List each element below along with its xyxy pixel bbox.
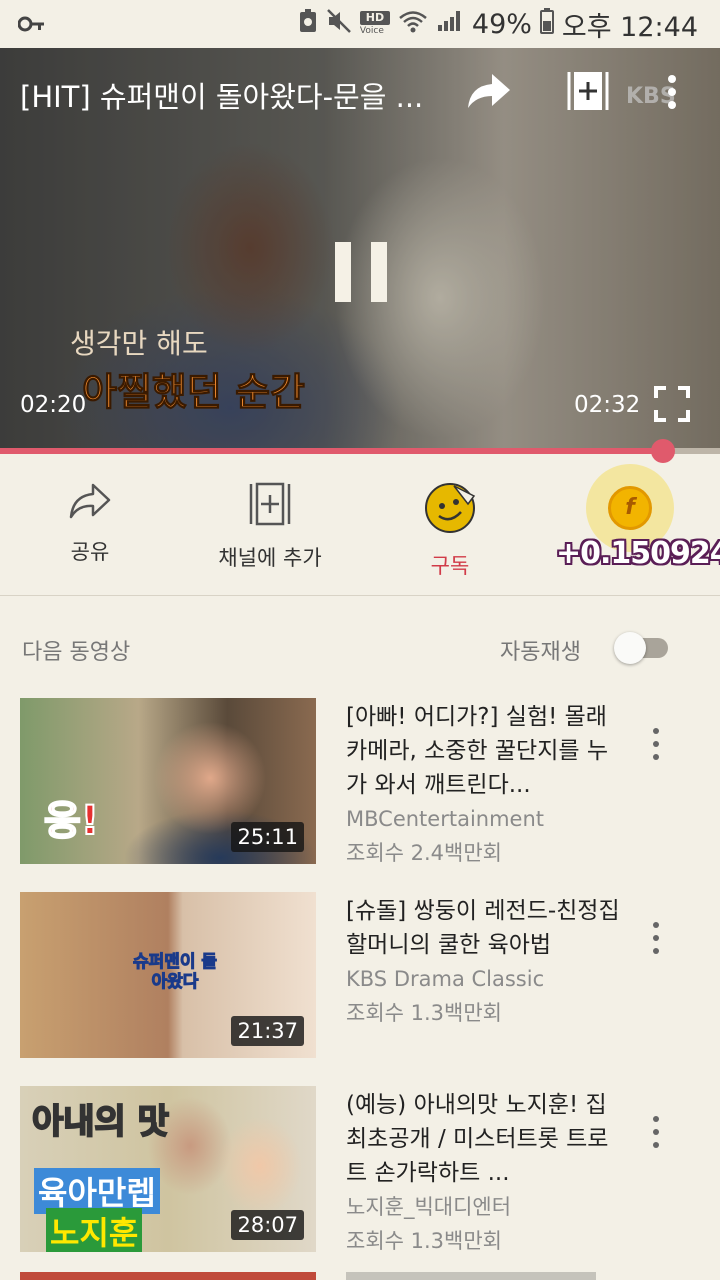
- more-options-icon[interactable]: [664, 74, 680, 114]
- video-info[interactable]: [슈돌] 쌍둥이 레전드-친정집 할머니의 쿨한 육아법 KBS Drama C…: [346, 894, 626, 1030]
- add-to-playlist-icon[interactable]: [566, 68, 610, 118]
- video-title: [슈돌] 쌍둥이 레전드-친정집 할머니의 쿨한 육아법: [346, 898, 620, 958]
- video-info[interactable]: [아빠! 어디가?] 실험! 몰래 카메라, 소중한 꿀단지를 누가 와서 깨트…: [346, 700, 626, 870]
- video-thumbnail[interactable]: 슈퍼맨이 돌아왔다 21:37: [20, 892, 316, 1058]
- video-thumbnail[interactable]: 응! 25:11: [20, 698, 316, 864]
- next-video-title-partial: [346, 1272, 596, 1280]
- video-list: 응! 25:11 [아빠! 어디가?] 실험! 몰래 카메라, 소중한 꿀단지를…: [0, 698, 720, 1280]
- toggle-thumb: [614, 632, 646, 664]
- thumbnail-caption: 응!: [43, 797, 100, 845]
- list-item[interactable]: 응! 25:11 [아빠! 어디가?] 실험! 몰래 카메라, 소중한 꿀단지를…: [0, 698, 720, 892]
- video-channel: 노지훈_빅대디엔터: [346, 1195, 512, 1219]
- action-bar: 공유 채널에 추가 구독 f +0.150924: [0, 458, 720, 596]
- battery-percent: 49%: [471, 8, 532, 40]
- wifi-icon: [398, 9, 428, 40]
- video-views: 조회수 1.3백만회: [346, 1229, 502, 1253]
- video-duration: 21:37: [231, 1016, 304, 1046]
- list-item[interactable]: 슈퍼맨이 돌아왔다 21:37 [슈돌] 쌍둥이 레전드-친정집 할머니의 쿨한…: [0, 892, 720, 1086]
- fullscreen-icon[interactable]: [654, 386, 690, 426]
- add-to-channel-label: 채널에 추가: [218, 546, 322, 570]
- video-views: 조회수 2.4백만회: [346, 841, 502, 865]
- video-title: [HIT] 슈퍼맨이 돌아왔다-문을 ...: [20, 80, 424, 114]
- caption-line-2: 아찔했던 순간: [82, 370, 306, 415]
- share-icon[interactable]: [466, 72, 512, 114]
- voice-label: Voice: [359, 26, 384, 36]
- up-next-label: 다음 동영상: [22, 640, 131, 665]
- channel-avatar: [424, 483, 476, 538]
- hd-label: HD: [359, 11, 390, 25]
- thumbnail-caption-top: 아내의 맛: [31, 1101, 170, 1143]
- current-time: 02:20: [20, 392, 87, 418]
- coin-icon: f: [608, 486, 652, 530]
- add-to-channel-button[interactable]: 채널에 추가: [214, 482, 326, 572]
- recycle-icon: [298, 8, 318, 41]
- share-icon: [68, 483, 112, 524]
- seek-bar[interactable]: [0, 439, 720, 463]
- thumbnail-caption: 슈퍼맨이 돌아왔다: [132, 952, 218, 993]
- autoplay-label: 자동재생: [500, 640, 581, 665]
- share-label: 공유: [70, 540, 110, 564]
- more-options-icon[interactable]: [646, 726, 666, 762]
- subscribe-button[interactable]: 구독: [422, 482, 478, 580]
- video-channel: KBS Drama Classic: [346, 967, 545, 991]
- mute-icon: [326, 8, 352, 41]
- duration: 02:32: [574, 392, 641, 418]
- seek-bar-played: [0, 448, 664, 454]
- video-channel: MBCentertainment: [346, 807, 545, 831]
- status-bar: HD Voice 49% 오후 12:44: [0, 0, 720, 48]
- share-button[interactable]: 공유: [58, 482, 122, 566]
- video-title: (예능) 아내의맛 노지훈! 집 최초공개 / 미스터트롯 트로트 손가락하트 …: [346, 1092, 609, 1186]
- caption-line-1: 생각만 해도: [70, 327, 208, 360]
- reward-value: +0.150924: [556, 536, 720, 571]
- video-info[interactable]: (예능) 아내의맛 노지훈! 집 최초공개 / 미스터트롯 트로트 손가락하트 …: [346, 1088, 626, 1258]
- video-duration: 28:07: [231, 1210, 304, 1240]
- battery-icon: [539, 7, 554, 41]
- signal-icon: [436, 9, 464, 40]
- list-item[interactable]: 아내의 맛 육아만렙 노지훈 28:07 (예능) 아내의맛 노지훈! 집 최초…: [0, 1086, 720, 1280]
- video-views: 조회수 1.3백만회: [346, 1001, 502, 1025]
- video-player[interactable]: [HIT] 슈퍼맨이 돌아왔다-문을 ... KBS 생각만 해도 아찔했던 순…: [0, 48, 720, 452]
- key-icon: [17, 14, 46, 38]
- video-title: [아빠! 어디가?] 실험! 몰래 카메라, 소중한 꿀단지를 누가 와서 깨트…: [346, 704, 609, 798]
- autoplay-toggle[interactable]: [614, 632, 668, 664]
- video-duration: 25:11: [231, 822, 304, 852]
- hd-voice-icon: HD Voice: [359, 9, 390, 39]
- pause-button[interactable]: [335, 242, 387, 302]
- add-to-channel-icon: [248, 482, 292, 530]
- more-options-icon[interactable]: [646, 1114, 666, 1150]
- thumbnail-caption-bot: 노지훈: [46, 1208, 143, 1252]
- subscribe-label: 구독: [430, 554, 470, 578]
- next-video-thumbnail-partial[interactable]: [20, 1272, 316, 1280]
- clock: 오후 12:44: [561, 11, 698, 43]
- video-thumbnail[interactable]: 아내의 맛 육아만렙 노지훈 28:07: [20, 1086, 316, 1252]
- more-options-icon[interactable]: [646, 920, 666, 956]
